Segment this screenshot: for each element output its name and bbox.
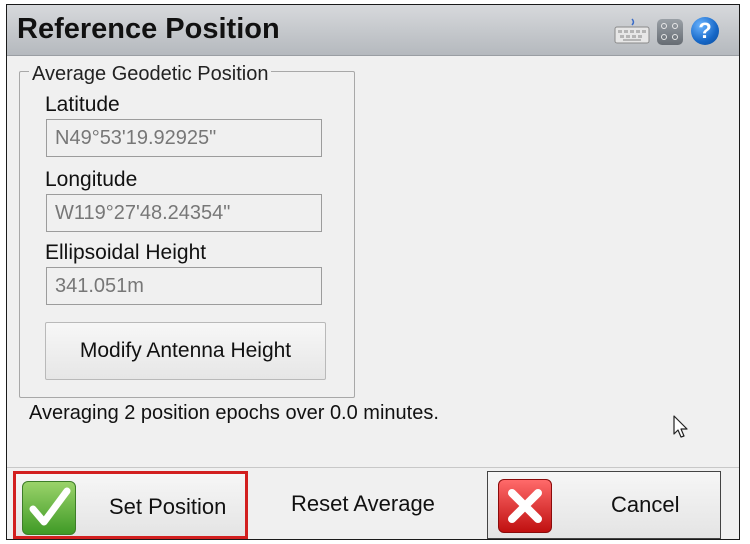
keyboard-icon[interactable] (614, 17, 650, 45)
close-x-icon (498, 479, 552, 533)
latitude-field: N49°53'19.92925" (46, 119, 322, 157)
title-bar: Reference Position ? (7, 5, 739, 56)
status-text: Averaging 2 position epochs over 0.0 min… (29, 402, 439, 424)
window-title: Reference Position (17, 13, 280, 45)
ellipsoidal-height-label: Ellipsoidal Height (45, 241, 207, 264)
latitude-label: Latitude (45, 93, 120, 116)
modify-antenna-height-button[interactable]: Modify Antenna Height (45, 322, 326, 380)
set-position-label: Set Position (109, 494, 227, 519)
cancel-label: Cancel (611, 492, 680, 517)
ellipsoidal-height-field: 341.051m (46, 267, 322, 305)
reset-average-label: Reset Average (291, 491, 435, 516)
keypad-grid-icon[interactable] (657, 19, 683, 45)
longitude-label: Longitude (45, 168, 138, 191)
help-icon[interactable]: ? (691, 17, 719, 45)
mouse-pointer-icon (673, 415, 688, 438)
reference-position-window: Reference Position ? Average Geodetic Po… (6, 4, 740, 540)
group-title: Average Geodetic Position (29, 63, 272, 86)
reset-average-button[interactable]: Reset Average (251, 471, 483, 539)
set-position-button[interactable]: Set Position (13, 471, 248, 539)
longitude-field: W119°27'48.24354" (46, 194, 322, 232)
cancel-button[interactable]: Cancel (487, 471, 721, 539)
checkmark-icon (22, 481, 76, 535)
